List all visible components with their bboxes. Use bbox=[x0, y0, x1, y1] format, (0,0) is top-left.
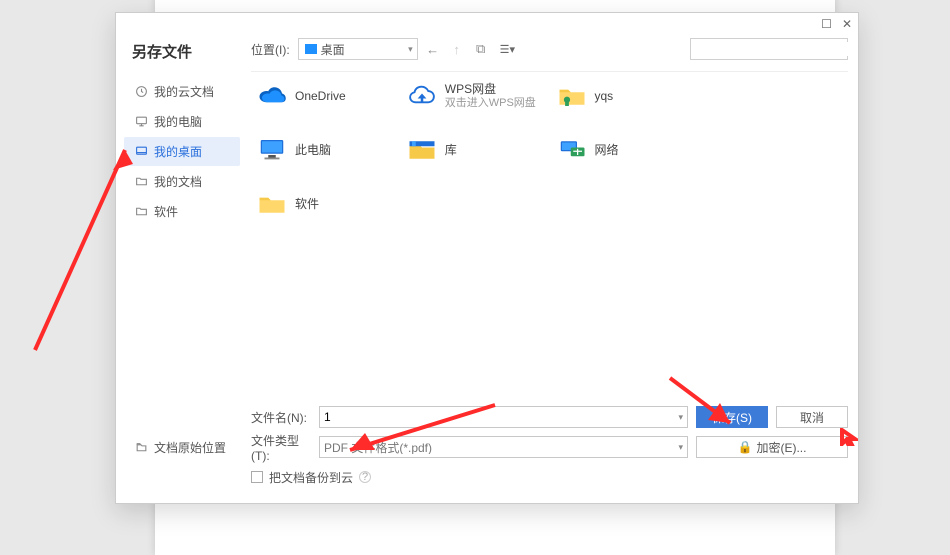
file-name: 网络 bbox=[595, 143, 619, 158]
sidebar-item-my-desktop[interactable]: 我的桌面 bbox=[124, 137, 240, 166]
sidebar-item-original-location[interactable]: 文档原始位置 bbox=[124, 433, 240, 462]
new-folder-button[interactable]: ⧉ bbox=[472, 41, 490, 57]
cancel-button[interactable]: 取消 bbox=[776, 406, 848, 428]
sidebar-item-my-documents[interactable]: 我的文档 bbox=[124, 167, 240, 196]
location-label: 位置(I): bbox=[251, 41, 290, 58]
help-icon[interactable]: ? bbox=[359, 471, 371, 483]
sidebar-item-label: 文档原始位置 bbox=[154, 439, 226, 456]
bottom-panel: 文件名(N): ▾ 保存(S) 取消 文件类型(T): ▾ 🔒 加密(E)...… bbox=[251, 405, 848, 489]
desktop-glyph-icon bbox=[305, 44, 317, 54]
clock-icon bbox=[134, 85, 148, 98]
titlebar: ☐ ✕ bbox=[116, 13, 858, 35]
back-button[interactable]: ← bbox=[424, 42, 442, 57]
lock-icon: 🔒 bbox=[738, 440, 753, 454]
sidebar: 另存文件 我的云文档 我的电脑 我的桌面 我的文档 bbox=[122, 35, 242, 493]
libraries-icon bbox=[405, 133, 439, 167]
location-icon bbox=[134, 441, 148, 454]
onedrive-icon bbox=[255, 79, 289, 113]
file-item-software[interactable]: 软件 bbox=[251, 184, 399, 224]
desktop-icon bbox=[134, 145, 148, 158]
filename-input[interactable] bbox=[324, 410, 678, 424]
filetype-input[interactable] bbox=[324, 440, 678, 454]
file-name: 此电脑 bbox=[295, 143, 331, 158]
file-name: 库 bbox=[445, 143, 457, 158]
folder-icon bbox=[134, 205, 148, 218]
file-name: 软件 bbox=[295, 197, 319, 212]
monitor-icon bbox=[134, 115, 148, 128]
file-item-network[interactable]: 网络 bbox=[551, 130, 699, 170]
maximize-button[interactable]: ☐ bbox=[821, 17, 832, 31]
file-sub: 双击进入WPS网盘 bbox=[445, 97, 536, 111]
dialog-title: 另存文件 bbox=[122, 35, 242, 76]
file-name: WPS网盘 bbox=[445, 82, 536, 97]
up-button[interactable]: ↑ bbox=[448, 42, 466, 57]
chevron-down-icon: ▾ bbox=[408, 44, 413, 55]
sidebar-item-label: 软件 bbox=[154, 203, 178, 220]
chevron-down-icon[interactable]: ▾ bbox=[678, 442, 683, 453]
cancel-button-label: 取消 bbox=[800, 409, 824, 426]
sidebar-item-my-computer[interactable]: 我的电脑 bbox=[124, 107, 240, 136]
file-name: OneDrive bbox=[295, 89, 346, 104]
backup-checkbox[interactable] bbox=[251, 471, 263, 483]
save-button[interactable]: 保存(S) bbox=[696, 406, 768, 428]
encrypt-button[interactable]: 🔒 加密(E)... bbox=[696, 436, 848, 458]
sidebar-item-label: 我的桌面 bbox=[154, 143, 202, 160]
sidebar-item-label: 我的文档 bbox=[154, 173, 202, 190]
filetype-field[interactable]: ▾ bbox=[319, 436, 688, 458]
location-dropdown[interactable]: 桌面 ▾ bbox=[298, 38, 418, 60]
sidebar-item-software[interactable]: 软件 bbox=[124, 197, 240, 226]
file-item-onedrive[interactable]: OneDrive bbox=[251, 76, 399, 116]
file-item-wps-cloud[interactable]: WPS网盘 双击进入WPS网盘 bbox=[401, 76, 549, 116]
save-button-label: 保存(S) bbox=[712, 409, 752, 426]
user-folder-icon bbox=[555, 79, 589, 113]
file-item-libraries[interactable]: 库 bbox=[401, 130, 549, 170]
filename-field[interactable]: ▾ bbox=[319, 406, 688, 428]
sidebar-item-label: 我的电脑 bbox=[154, 113, 202, 130]
file-grid: OneDrive WPS网盘 双击进入WPS网盘 yqs 此电脑 bbox=[251, 71, 848, 391]
location-value: 桌面 bbox=[321, 41, 345, 58]
file-name: yqs bbox=[595, 89, 614, 104]
folder-icon bbox=[255, 187, 289, 221]
filename-label: 文件名(N): bbox=[251, 409, 311, 426]
file-item-user-folder[interactable]: yqs bbox=[551, 76, 699, 116]
filetype-label: 文件类型(T): bbox=[251, 432, 311, 463]
backup-row: 把文档备份到云 ? bbox=[251, 469, 848, 486]
folder-icon bbox=[134, 175, 148, 188]
view-mode-button[interactable]: ☰▾ bbox=[500, 43, 515, 56]
network-icon bbox=[555, 133, 589, 167]
chevron-down-icon[interactable]: ▾ bbox=[678, 412, 683, 423]
wps-cloud-icon bbox=[405, 79, 439, 113]
search-input[interactable] bbox=[701, 42, 856, 56]
file-item-this-pc[interactable]: 此电脑 bbox=[251, 130, 399, 170]
close-button[interactable]: ✕ bbox=[842, 17, 852, 31]
sidebar-item-label: 我的云文档 bbox=[154, 83, 214, 100]
header-toolbar: 位置(I): 桌面 ▾ ← ↑ ⧉ ☰▾ bbox=[251, 35, 848, 63]
sidebar-item-cloud-docs[interactable]: 我的云文档 bbox=[124, 77, 240, 106]
backup-label: 把文档备份到云 bbox=[269, 469, 353, 486]
search-box[interactable] bbox=[690, 38, 848, 60]
encrypt-button-label: 加密(E)... bbox=[756, 439, 806, 456]
this-pc-icon bbox=[255, 133, 289, 167]
save-as-dialog: ☐ ✕ 另存文件 我的云文档 我的电脑 我的桌面 我的文档 bbox=[115, 12, 859, 504]
